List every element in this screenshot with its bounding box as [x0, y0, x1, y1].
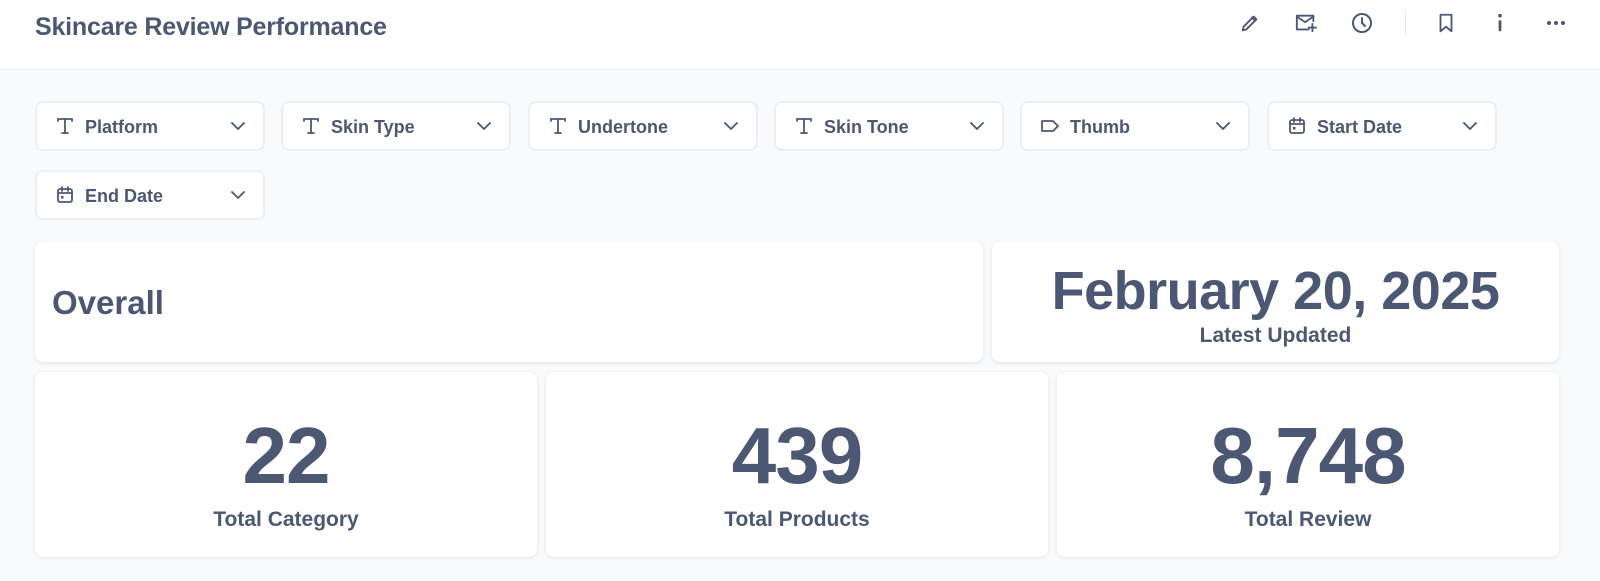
- filter-skin-tone[interactable]: Skin Tone: [774, 101, 1004, 151]
- text-type-icon: [548, 116, 568, 136]
- dashboard-header: Skincare Review Performance: [0, 0, 1600, 70]
- filter-label: End Date: [85, 186, 164, 206]
- filter-end-date[interactable]: End Date: [35, 170, 265, 220]
- filter-undertone[interactable]: Undertone: [528, 101, 758, 151]
- total-review-card[interactable]: 8,748 Total Review: [1057, 372, 1559, 557]
- chevron-down-icon: [229, 117, 247, 135]
- chevron-down-icon: [229, 186, 247, 204]
- clock-icon[interactable]: [1347, 8, 1377, 38]
- bookmark-icon[interactable]: [1431, 8, 1461, 38]
- overall-heading-card: Overall: [35, 242, 983, 362]
- filter-start-date[interactable]: Start Date: [1267, 101, 1497, 151]
- filter-skin-type[interactable]: Skin Type: [281, 101, 511, 151]
- filter-label: Undertone: [578, 117, 668, 137]
- mail-plus-icon[interactable]: [1291, 8, 1321, 38]
- filter-label: Start Date: [1317, 117, 1403, 137]
- filter-label: Platform: [85, 117, 159, 137]
- text-type-icon: [55, 116, 75, 136]
- calendar-icon: [1287, 116, 1307, 136]
- text-type-icon: [794, 116, 814, 136]
- filter-platform[interactable]: Platform: [35, 101, 265, 151]
- chevron-down-icon: [1461, 117, 1479, 135]
- page-title: Skincare Review Performance: [35, 13, 387, 41]
- chevron-down-icon: [968, 117, 986, 135]
- latest-updated-card[interactable]: February 20, 2025 Latest Updated: [992, 242, 1559, 362]
- stat-value: 8,748: [1210, 411, 1406, 500]
- stat-value: 22: [242, 411, 331, 500]
- section-heading: Overall: [52, 284, 164, 321]
- stat-value: 439: [731, 411, 863, 500]
- ellipsis-icon[interactable]: [1541, 8, 1571, 38]
- total-category-card[interactable]: 22 Total Category: [35, 372, 537, 557]
- chevron-down-icon: [1214, 117, 1232, 135]
- total-products-card[interactable]: 439 Total Products: [546, 372, 1048, 557]
- chevron-down-icon: [475, 117, 493, 135]
- pencil-icon[interactable]: [1235, 8, 1265, 38]
- filter-label: Skin Type: [331, 117, 415, 137]
- latest-updated-label: Latest Updated: [1199, 324, 1352, 347]
- calendar-icon: [55, 185, 75, 205]
- chevron-down-icon: [722, 117, 740, 135]
- stat-label: Total Review: [1244, 508, 1372, 531]
- filter-thumb[interactable]: Thumb: [1020, 101, 1250, 151]
- info-icon[interactable]: [1485, 8, 1515, 38]
- filter-label: Thumb: [1070, 117, 1130, 137]
- filter-label: Skin Tone: [824, 117, 909, 137]
- latest-updated-value: February 20, 2025: [1051, 261, 1500, 321]
- tag-icon: [1040, 116, 1060, 136]
- text-type-icon: [301, 116, 321, 136]
- header-divider: [1405, 10, 1406, 36]
- stat-label: Total Products: [724, 508, 870, 531]
- stat-label: Total Category: [213, 508, 359, 531]
